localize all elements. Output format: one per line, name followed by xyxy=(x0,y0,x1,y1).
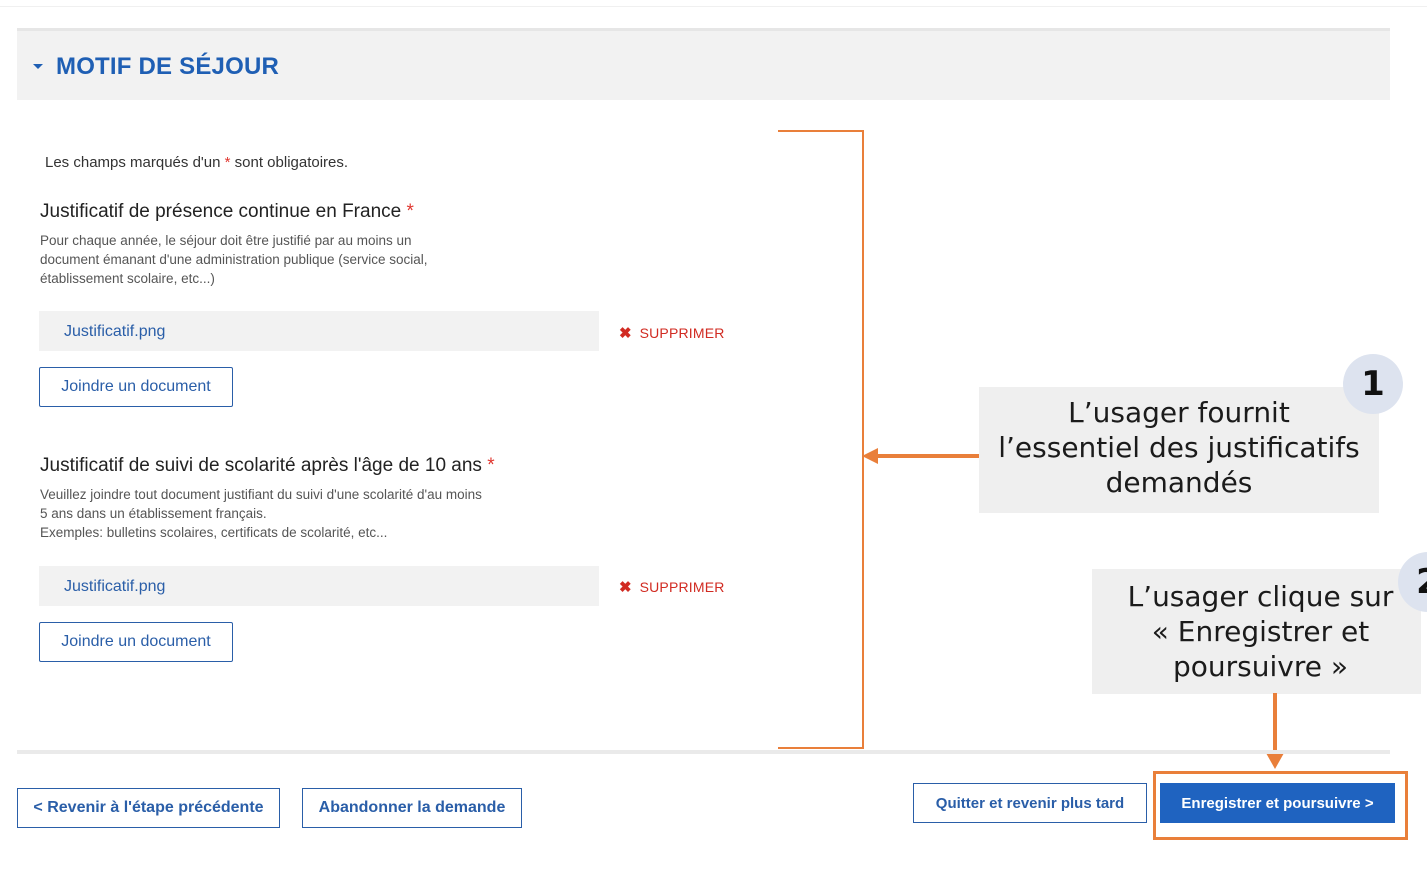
top-divider xyxy=(0,6,1427,7)
annotation-bracket xyxy=(778,130,864,749)
step-badge-1: 1 xyxy=(1343,354,1403,414)
close-icon: ✖ xyxy=(619,325,632,342)
section-header-motif-sejour[interactable]: MOTIF DE SÉJOUR xyxy=(17,28,1390,100)
footer-divider xyxy=(17,750,1390,754)
delete-file-button[interactable]: ✖ SUPPRIMER xyxy=(619,324,725,342)
previous-step-button[interactable]: < Revenir à l'étape précédente xyxy=(17,788,280,828)
required-star: * xyxy=(487,455,495,476)
field-title-scolarite: Justificatif de suivi de scolarité après… xyxy=(40,455,495,476)
close-icon: ✖ xyxy=(619,579,632,596)
abandon-request-button[interactable]: Abandonner la demande xyxy=(302,788,522,828)
annotation-arrow-left-icon xyxy=(862,448,980,464)
uploaded-file-row: Justificatif.png xyxy=(39,311,599,351)
save-and-continue-button[interactable]: Enregistrer et poursuivre > xyxy=(1160,783,1395,823)
required-star: * xyxy=(406,201,414,222)
attach-document-button[interactable]: Joindre un document xyxy=(39,622,233,662)
field-description-scolarite: Veuillez joindre tout document justifian… xyxy=(40,487,482,540)
caret-down-icon[interactable] xyxy=(33,64,43,69)
attach-document-button[interactable]: Joindre un document xyxy=(39,367,233,407)
annotation-arrow-down-icon xyxy=(1266,693,1284,769)
callout-step-1: L’usager fournit l’essentiel des justifi… xyxy=(979,387,1379,513)
section-title: MOTIF DE SÉJOUR xyxy=(56,53,280,80)
delete-file-button[interactable]: ✖ SUPPRIMER xyxy=(619,578,725,596)
uploaded-file-row: Justificatif.png xyxy=(39,566,599,606)
quit-later-button[interactable]: Quitter et revenir plus tard xyxy=(913,783,1147,823)
required-fields-note: Les champs marqués d'un * sont obligatoi… xyxy=(45,154,349,171)
field-description-presence: Pour chaque année, le séjour doit être j… xyxy=(40,233,428,286)
file-name[interactable]: Justificatif.png xyxy=(64,323,165,341)
callout-step-2: L’usager clique sur « Enregistrer et pou… xyxy=(1092,569,1421,694)
file-name[interactable]: Justificatif.png xyxy=(64,578,165,596)
field-title-presence: Justificatif de présence continue en Fra… xyxy=(40,201,414,222)
